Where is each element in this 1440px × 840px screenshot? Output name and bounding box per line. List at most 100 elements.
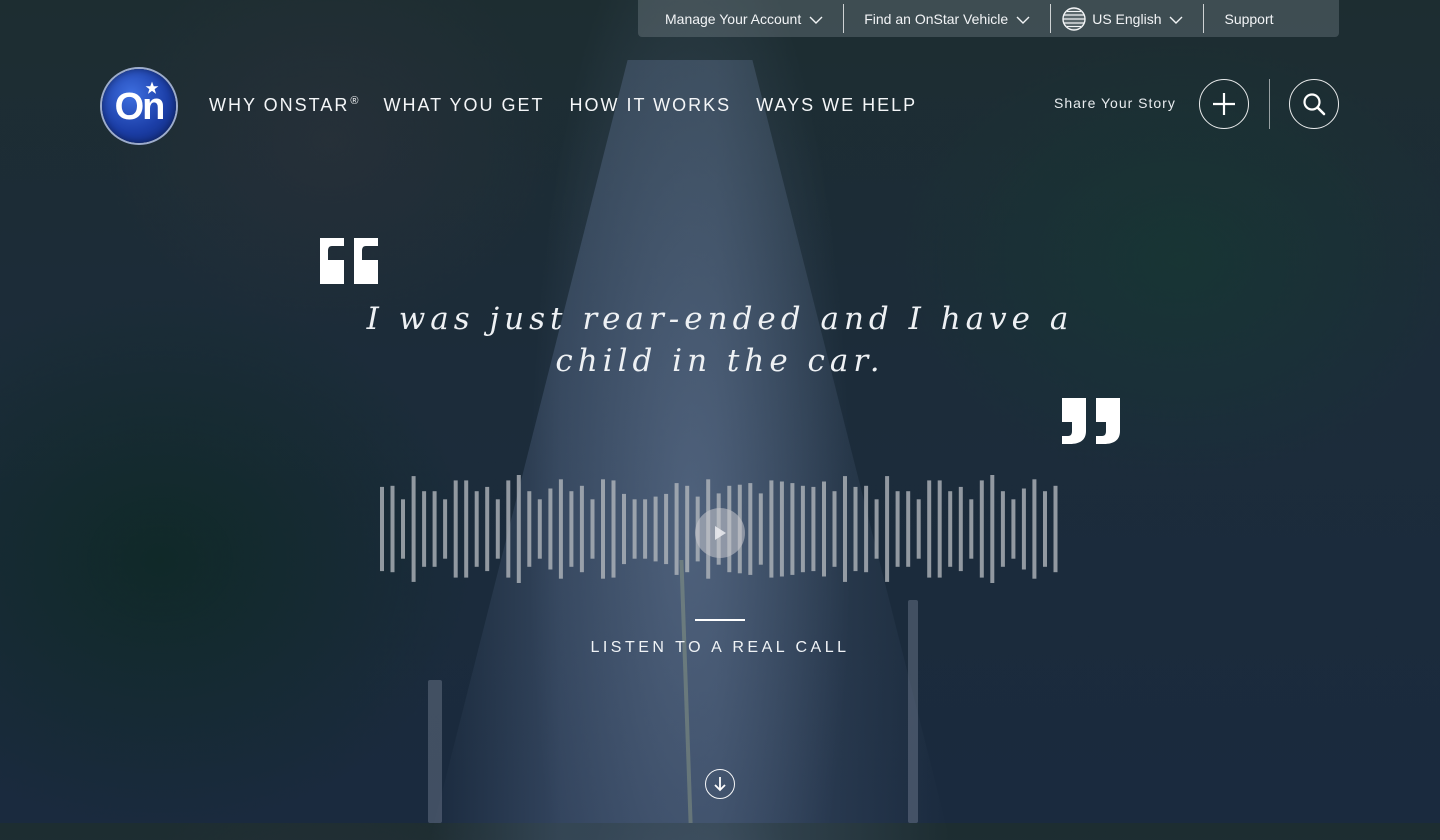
star-icon bbox=[145, 81, 159, 94]
background-post bbox=[428, 680, 442, 823]
nav-item-why-onstar[interactable]: WHY ONSTAR® bbox=[209, 95, 358, 116]
waveform-bar bbox=[927, 480, 932, 578]
waveform-bar bbox=[390, 485, 395, 573]
waveform-bar bbox=[590, 499, 595, 559]
waveform-bar bbox=[622, 493, 626, 565]
hero-quote: I was just rear-ended and I have a child… bbox=[366, 301, 1074, 379]
waveform-bar bbox=[990, 475, 995, 583]
utility-bar: Manage Your Account Find an OnStar Vehic… bbox=[638, 0, 1339, 37]
waveform-bar bbox=[748, 483, 753, 575]
waveform-bar bbox=[453, 480, 458, 578]
arrow-down-icon bbox=[714, 777, 726, 792]
nav-item-ways-we-help[interactable]: WAYS WE HELP bbox=[756, 95, 917, 116]
waveform-bar bbox=[832, 491, 837, 567]
waveform-bar bbox=[864, 485, 869, 573]
waveform-bar bbox=[558, 479, 563, 579]
close-quote-icon bbox=[1062, 398, 1120, 444]
waveform-bar bbox=[906, 491, 911, 567]
waveform-bar bbox=[464, 480, 469, 578]
waveform-bar bbox=[601, 479, 605, 579]
support-label: Support bbox=[1224, 10, 1274, 27]
play-icon bbox=[715, 526, 726, 540]
waveform-bar bbox=[958, 486, 963, 572]
open-quote-icon bbox=[320, 238, 378, 284]
waveform-bar bbox=[516, 475, 521, 583]
chevron-down-icon bbox=[1169, 16, 1183, 24]
waveform-bar bbox=[916, 499, 921, 559]
waveform-bar bbox=[1053, 485, 1058, 573]
language-selector[interactable]: US English bbox=[1051, 4, 1203, 33]
waveform-bar bbox=[822, 481, 826, 577]
support-link[interactable]: Support bbox=[1204, 4, 1293, 33]
waveform-bar bbox=[380, 486, 384, 572]
waveform-bar bbox=[569, 491, 574, 567]
waveform-bar bbox=[1043, 491, 1047, 567]
waveform-bar bbox=[1011, 499, 1016, 559]
play-button[interactable] bbox=[695, 508, 745, 558]
waveform-bar bbox=[843, 476, 847, 582]
scroll-down-button[interactable] bbox=[705, 769, 735, 799]
search-button[interactable] bbox=[1289, 79, 1339, 129]
waveform-bar bbox=[527, 491, 532, 567]
onstar-logo[interactable]: On bbox=[102, 69, 176, 143]
main-nav: WHY ONSTAR® WHAT YOU GET HOW IT WORKS WA… bbox=[209, 95, 942, 116]
listen-to-call-link[interactable]: LISTEN TO A REAL CALL bbox=[420, 639, 1020, 657]
waveform-bar bbox=[506, 480, 511, 578]
chevron-down-icon bbox=[809, 16, 823, 24]
waveform-bar bbox=[758, 493, 763, 565]
listen-divider bbox=[695, 619, 745, 621]
waveform-bar bbox=[853, 486, 858, 572]
manage-account-menu[interactable]: Manage Your Account bbox=[638, 4, 843, 33]
waveform-bar bbox=[485, 486, 490, 572]
waveform-bar bbox=[432, 491, 437, 567]
nav-item-what-you-get[interactable]: WHAT YOU GET bbox=[383, 95, 544, 116]
waveform-bar bbox=[411, 476, 416, 582]
waveform-bar bbox=[790, 483, 795, 575]
waveform-bar bbox=[1000, 491, 1005, 567]
waveform-bar bbox=[632, 499, 637, 559]
waveform-bar bbox=[401, 499, 405, 559]
waveform-bar bbox=[664, 493, 669, 565]
waveform-bar bbox=[937, 480, 942, 578]
share-your-story-link[interactable]: Share Your Story bbox=[1054, 95, 1176, 111]
waveform-bar bbox=[1021, 488, 1026, 570]
waveform-bar bbox=[548, 488, 553, 570]
waveform-bar bbox=[895, 491, 900, 567]
manage-account-label: Manage Your Account bbox=[665, 10, 802, 27]
waveform-bar bbox=[653, 496, 658, 562]
background-road-line bbox=[679, 560, 693, 823]
search-icon bbox=[1303, 93, 1326, 116]
waveform-bar bbox=[674, 483, 679, 575]
waveform-bar bbox=[969, 499, 974, 559]
waveform-bar bbox=[495, 499, 500, 559]
registered-mark: ® bbox=[350, 95, 359, 107]
waveform-bar bbox=[611, 480, 616, 578]
share-story-button[interactable] bbox=[1199, 79, 1249, 129]
globe-icon bbox=[1062, 6, 1086, 31]
plus-icon bbox=[1213, 93, 1235, 115]
waveform-bar bbox=[779, 481, 784, 577]
waveform-bar bbox=[979, 480, 984, 578]
waveform-bar bbox=[800, 485, 805, 573]
find-vehicle-label: Find an OnStar Vehicle bbox=[864, 10, 1009, 27]
find-vehicle-menu[interactable]: Find an OnStar Vehicle bbox=[844, 4, 1050, 33]
nav-item-label: WHY ONSTAR bbox=[209, 95, 350, 115]
waveform-bar bbox=[769, 480, 774, 578]
background-post bbox=[908, 600, 918, 823]
waveform-bar bbox=[885, 476, 890, 582]
waveform-bar bbox=[474, 491, 479, 567]
nav-item-label: WHAT YOU GET bbox=[383, 95, 545, 115]
nav-item-how-it-works[interactable]: HOW IT WORKS bbox=[569, 95, 731, 116]
chevron-down-icon bbox=[1016, 16, 1030, 24]
waveform-bar bbox=[422, 491, 427, 567]
waveform-bar bbox=[1032, 479, 1037, 579]
waveform-bar bbox=[948, 491, 953, 567]
waveform-bar bbox=[874, 499, 879, 559]
nav-item-label: WAYS WE HELP bbox=[756, 95, 918, 115]
waveform-bar bbox=[443, 499, 448, 559]
waveform-bar bbox=[579, 485, 584, 573]
background-road bbox=[430, 60, 950, 840]
waveform-bar bbox=[643, 499, 648, 559]
waveform-bar bbox=[685, 485, 690, 573]
waveform-bar bbox=[537, 499, 542, 559]
